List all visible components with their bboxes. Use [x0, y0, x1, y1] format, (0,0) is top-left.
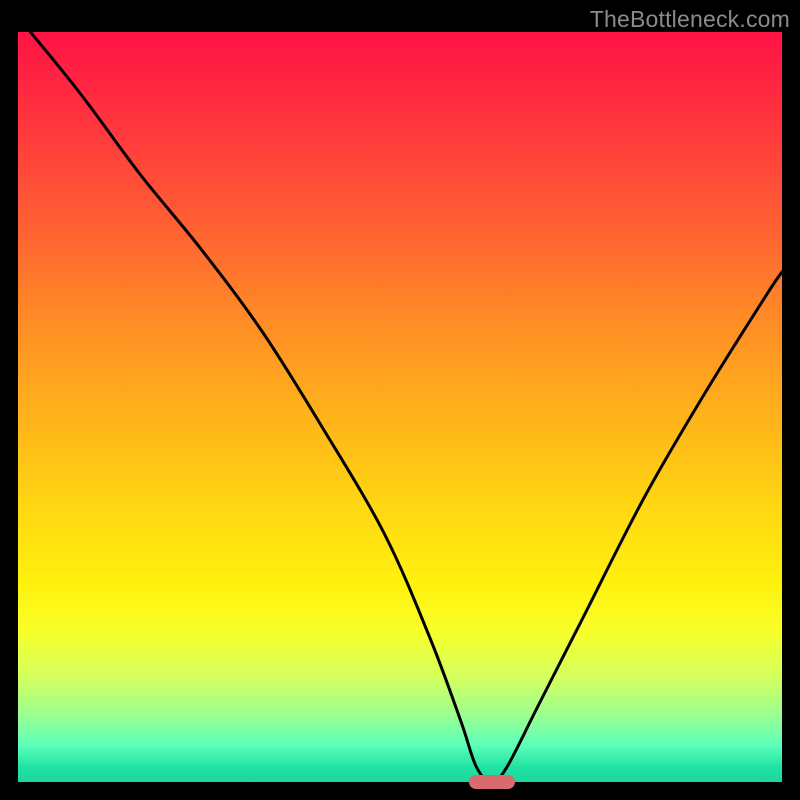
plot-area — [18, 32, 782, 782]
attribution-label: TheBottleneck.com — [590, 6, 790, 33]
bottleneck-curve — [18, 32, 782, 782]
optimal-marker — [469, 775, 515, 789]
chart-frame: TheBottleneck.com — [0, 0, 800, 800]
